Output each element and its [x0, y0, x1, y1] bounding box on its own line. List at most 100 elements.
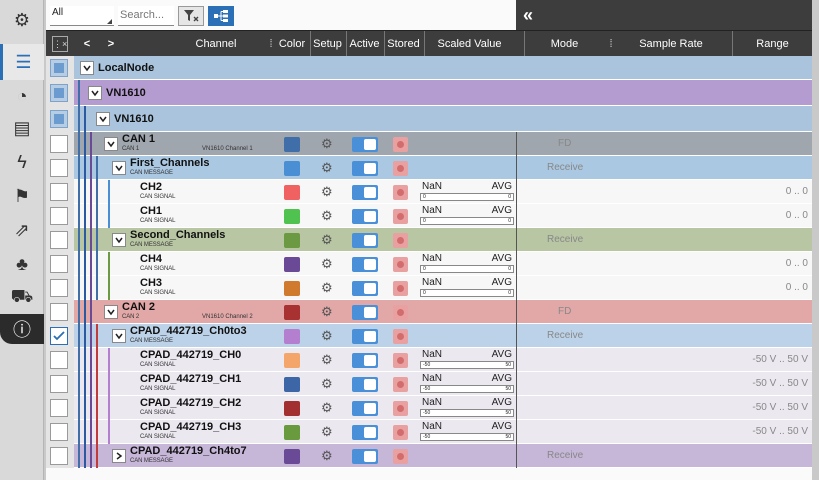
setup-gear-icon[interactable]: ⚙: [321, 257, 333, 271]
column-scaled-value[interactable]: Scaled Value: [424, 31, 514, 57]
tree-node-row[interactable]: Second_Channels CAN MESSAGE ⚙ Receive: [46, 228, 812, 252]
collapse-button[interactable]: [88, 86, 102, 100]
color-swatch[interactable]: [284, 304, 300, 320]
stored-toggle[interactable]: [393, 232, 408, 248]
collapse-button[interactable]: [96, 112, 110, 126]
collapse-button[interactable]: [80, 61, 94, 75]
signal-row[interactable]: CH4 CAN SIGNAL ⚙ NaN AVG 0 0 0 .. 0: [46, 252, 812, 276]
stored-toggle[interactable]: [393, 256, 408, 272]
color-swatch[interactable]: [284, 208, 300, 224]
row-checkbox[interactable]: [50, 183, 68, 201]
active-toggle[interactable]: [352, 400, 378, 416]
active-toggle[interactable]: [352, 376, 378, 392]
tree-node-row[interactable]: VN1610: [46, 106, 812, 132]
active-toggle[interactable]: [352, 448, 378, 464]
stored-toggle[interactable]: [393, 160, 408, 176]
stored-toggle[interactable]: [393, 136, 408, 152]
active-toggle[interactable]: [352, 232, 378, 248]
nav-next-button[interactable]: >: [102, 31, 120, 57]
signal-row[interactable]: CPAD_442719_CH0 CAN SIGNAL ⚙ NaN AVG -50 50 -50…: [46, 348, 812, 372]
color-swatch[interactable]: [284, 448, 300, 464]
sidebar-item-trigger[interactable]: ϟ: [0, 144, 44, 180]
row-checkbox[interactable]: [50, 279, 68, 297]
sidebar-item-settings-gear[interactable]: ⚙: [0, 2, 44, 38]
stored-toggle[interactable]: [393, 184, 408, 200]
active-toggle[interactable]: [352, 424, 378, 440]
tree-node-row[interactable]: CPAD_442719_Ch4to7 CAN MESSAGE ⚙ Receive: [46, 444, 812, 468]
tree-node-row[interactable]: LocalNode: [46, 56, 812, 80]
active-toggle[interactable]: [352, 136, 378, 152]
active-toggle[interactable]: [352, 304, 378, 320]
collapse-button[interactable]: [112, 161, 126, 175]
collapse-button[interactable]: [104, 137, 118, 151]
color-swatch[interactable]: [284, 184, 300, 200]
tree-node-row[interactable]: CPAD_442719_Ch0to3 CAN MESSAGE ⚙ Receive: [46, 324, 812, 348]
collapse-panel-button[interactable]: «: [523, 4, 533, 26]
collapse-button[interactable]: [104, 305, 118, 319]
filter-dropdown[interactable]: All: [50, 6, 114, 26]
color-swatch[interactable]: [284, 160, 300, 176]
stored-toggle[interactable]: [393, 424, 408, 440]
setup-gear-icon[interactable]: ⚙: [321, 161, 333, 175]
color-swatch[interactable]: [284, 280, 300, 296]
color-swatch[interactable]: [284, 400, 300, 416]
sidebar-item-gauge[interactable]: ◔: [0, 78, 44, 114]
row-checkbox[interactable]: [50, 255, 68, 273]
color-swatch[interactable]: [284, 352, 300, 368]
signal-row[interactable]: CPAD_442719_CH2 CAN SIGNAL ⚙ NaN AVG -50 50 -50…: [46, 396, 812, 420]
tree-view-button[interactable]: [208, 6, 234, 26]
color-swatch[interactable]: [284, 232, 300, 248]
active-toggle[interactable]: [352, 160, 378, 176]
sidebar-item-info[interactable]: ⓘ: [0, 314, 44, 344]
sidebar-item-flag[interactable]: ⚑: [0, 178, 44, 214]
row-checkbox[interactable]: [50, 375, 68, 393]
active-toggle[interactable]: [352, 256, 378, 272]
column-sample-rate[interactable]: Sample Rate: [616, 31, 726, 57]
stored-toggle[interactable]: [393, 376, 408, 392]
stored-toggle[interactable]: [393, 352, 408, 368]
search-input[interactable]: Search...: [118, 6, 174, 26]
signal-row[interactable]: CH2 CAN SIGNAL ⚙ NaN AVG 0 0 0 .. 0: [46, 180, 812, 204]
row-checkbox[interactable]: [50, 303, 68, 321]
clear-filter-button[interactable]: [178, 6, 204, 26]
tree-node-row[interactable]: CAN 2 CAN 2 VN1610 Channel 2 ⚙ FD: [46, 300, 812, 324]
color-swatch[interactable]: [284, 136, 300, 152]
setup-gear-icon[interactable]: ⚙: [321, 449, 333, 463]
row-checkbox[interactable]: [50, 135, 68, 153]
tree-node-row[interactable]: First_Channels CAN MESSAGE ⚙ Receive: [46, 156, 812, 180]
active-toggle[interactable]: [352, 280, 378, 296]
setup-gear-icon[interactable]: ⚙: [321, 425, 333, 439]
color-swatch[interactable]: [284, 376, 300, 392]
sidebar-item-report[interactable]: ▤: [0, 110, 44, 146]
stored-toggle[interactable]: [393, 400, 408, 416]
stored-toggle[interactable]: [393, 280, 408, 296]
color-swatch[interactable]: [284, 424, 300, 440]
column-options-button[interactable]: ⋮×: [52, 36, 68, 52]
sidebar-item-network[interactable]: ♣: [0, 246, 44, 282]
row-checkbox[interactable]: [50, 207, 68, 225]
column-active[interactable]: Active: [346, 31, 382, 57]
active-toggle[interactable]: [352, 184, 378, 200]
active-toggle[interactable]: [352, 328, 378, 344]
setup-gear-icon[interactable]: ⚙: [321, 281, 333, 295]
color-swatch[interactable]: [284, 256, 300, 272]
nav-prev-button[interactable]: <: [78, 31, 96, 57]
setup-gear-icon[interactable]: ⚙: [321, 233, 333, 247]
sidebar-item-vehicle[interactable]: ⛟: [0, 280, 44, 316]
row-checkbox[interactable]: [50, 231, 68, 249]
collapse-button[interactable]: [112, 329, 126, 343]
setup-gear-icon[interactable]: ⚙: [321, 377, 333, 391]
stored-toggle[interactable]: [393, 328, 408, 344]
tree-node-row[interactable]: VN1610: [46, 80, 812, 106]
row-checkbox[interactable]: [50, 447, 68, 465]
row-checkbox[interactable]: [50, 110, 68, 128]
signal-row[interactable]: CPAD_442719_CH1 CAN SIGNAL ⚙ NaN AVG -50 50 -50…: [46, 372, 812, 396]
signal-row[interactable]: CH3 CAN SIGNAL ⚙ NaN AVG 0 0 0 .. 0: [46, 276, 812, 300]
signal-row[interactable]: CH1 CAN SIGNAL ⚙ NaN AVG 0 0 0 .. 0: [46, 204, 812, 228]
row-checkbox[interactable]: [50, 159, 68, 177]
column-stored[interactable]: Stored: [384, 31, 422, 57]
color-swatch[interactable]: [284, 328, 300, 344]
row-checkbox[interactable]: [50, 84, 68, 102]
active-toggle[interactable]: [352, 208, 378, 224]
sidebar-item-export[interactable]: ⇗: [0, 212, 44, 248]
